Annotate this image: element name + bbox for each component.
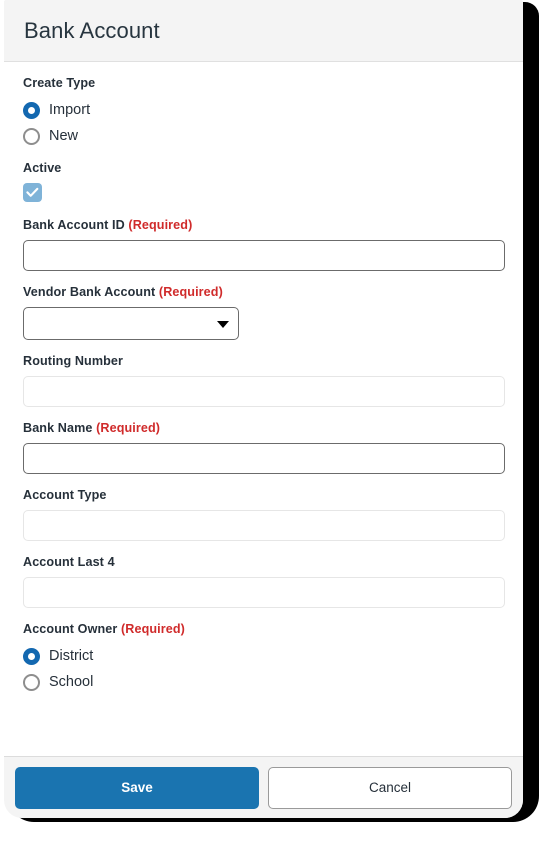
- field-account-owner: Account Owner (Required) District School: [23, 622, 504, 695]
- field-bank-name: Bank Name (Required): [23, 421, 505, 474]
- account-type-input[interactable]: [23, 510, 505, 541]
- save-button[interactable]: Save: [15, 766, 259, 809]
- bank-name-label: Bank Name (Required): [23, 421, 504, 436]
- account-last-4-input[interactable]: [23, 577, 505, 608]
- bank-name-input[interactable]: [23, 443, 505, 474]
- radio-school-icon[interactable]: [23, 674, 40, 691]
- bank-name-required-tag: (Required): [96, 421, 161, 435]
- account-owner-label: Account Owner (Required): [23, 622, 504, 637]
- radio-school-label: School: [49, 674, 94, 690]
- field-account-type: Account Type: [23, 488, 505, 541]
- account-type-label: Account Type: [23, 488, 504, 503]
- bank-account-dialog: Bank Account Create Type Import New Acti…: [4, 0, 523, 818]
- field-bank-account-id: Bank Account ID (Required): [23, 218, 505, 271]
- account-type-label-text: Account Type: [23, 488, 107, 502]
- vendor-bank-account-label-text: Vendor Bank Account: [23, 285, 156, 299]
- bank-account-id-label: Bank Account ID (Required): [23, 218, 504, 233]
- check-icon: [26, 187, 39, 197]
- routing-number-input[interactable]: [23, 376, 505, 407]
- field-vendor-bank-account: Vendor Bank Account (Required): [23, 285, 504, 340]
- vendor-bank-account-label: Vendor Bank Account (Required): [23, 285, 504, 300]
- screen-root: Bank Account Create Type Import New Acti…: [0, 0, 555, 843]
- bank-account-id-required-tag: (Required): [128, 218, 193, 232]
- active-label: Active: [23, 161, 62, 175]
- vendor-bank-account-select[interactable]: [23, 307, 239, 340]
- radio-new-icon[interactable]: [23, 128, 40, 145]
- dialog-header: Bank Account: [4, 0, 523, 62]
- bank-name-label-text: Bank Name: [23, 421, 93, 435]
- cancel-button[interactable]: Cancel: [268, 766, 512, 809]
- field-active: Active: [23, 161, 504, 202]
- field-create-type: Create Type Import New: [23, 76, 504, 149]
- radio-option-import[interactable]: Import: [23, 98, 504, 123]
- routing-number-label-text: Routing Number: [23, 354, 124, 368]
- create-type-label: Create Type: [23, 76, 96, 90]
- bank-account-id-label-text: Bank Account ID: [23, 218, 125, 232]
- dialog-footer: Save Cancel: [4, 756, 523, 818]
- active-checkbox[interactable]: [23, 183, 42, 202]
- radio-option-new[interactable]: New: [23, 124, 504, 149]
- account-owner-label-text: Account Owner: [23, 622, 118, 636]
- vendor-bank-account-select-wrap: [23, 307, 239, 340]
- bank-account-id-input[interactable]: [23, 240, 505, 271]
- radio-option-school[interactable]: School: [23, 670, 504, 695]
- account-last-4-label-text: Account Last 4: [23, 555, 115, 569]
- radio-district-icon[interactable]: [23, 648, 40, 665]
- field-routing-number: Routing Number: [23, 354, 505, 407]
- radio-import-label: Import: [49, 102, 91, 118]
- vendor-bank-account-required-tag: (Required): [158, 285, 223, 299]
- dialog-title: Bank Account: [24, 17, 160, 43]
- radio-option-district[interactable]: District: [23, 644, 504, 669]
- account-owner-required-tag: (Required): [120, 622, 185, 636]
- field-account-last-4: Account Last 4: [23, 555, 505, 608]
- radio-district-label: District: [49, 648, 94, 664]
- radio-new-label: New: [49, 128, 79, 144]
- routing-number-label: Routing Number: [23, 354, 504, 369]
- dialog-body: Create Type Import New Active Bank Accou…: [4, 62, 523, 756]
- account-last-4-label: Account Last 4: [23, 555, 504, 570]
- radio-import-icon[interactable]: [23, 102, 40, 119]
